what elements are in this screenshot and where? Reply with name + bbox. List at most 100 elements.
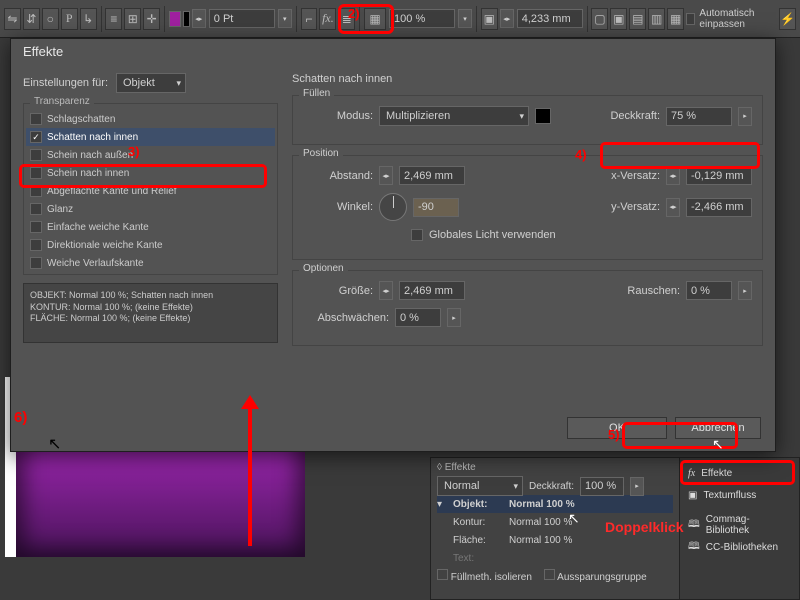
doppelklick-label: Doppelklick (605, 519, 684, 535)
fitframe2-icon[interactable]: ▣ (610, 8, 627, 30)
panel-object-row[interactable]: ▾ Objekt: Normal 100 % (437, 495, 673, 513)
global-light-label: Globales Licht verwenden (429, 229, 556, 241)
blend-mode-combo[interactable]: Normal (437, 476, 523, 496)
stroke-weight[interactable]: 0 Pt (209, 9, 275, 28)
textwrap-icon: ▣ (688, 490, 697, 501)
choke-label: Abschwächen: (303, 312, 389, 324)
panel-opacity-input[interactable]: 100 % (580, 477, 624, 496)
effects-summary: OBJEKT: Normal 100 %; Schatten nach inne… (23, 283, 278, 343)
annotation-2-label: 2) (348, 6, 360, 21)
yoffset-input[interactable]: -2,466 mm (686, 198, 752, 217)
effect-checkbox[interactable] (30, 203, 42, 215)
effect-row[interactable]: Glanz (26, 200, 275, 218)
distance-input[interactable]: 2,469 mm (399, 166, 465, 185)
transparenz-group-title: Transparenz (30, 96, 94, 107)
rotate-icon[interactable]: ○ (42, 8, 59, 30)
opacity-label: Deckkraft: (610, 110, 660, 122)
angle-dial[interactable] (379, 193, 407, 221)
effect-row[interactable]: Direktionale weiche Kante (26, 236, 275, 254)
flash-icon[interactable]: ⚡ (779, 8, 796, 30)
opacity-input[interactable]: 75 % (666, 107, 732, 126)
autofit-checkbox[interactable]: Automatisch einpassen (686, 8, 775, 30)
size-stepper[interactable]: ◂▸ (379, 281, 393, 300)
effect-checkbox[interactable] (30, 239, 42, 251)
flip-h-icon[interactable]: ⇋ (4, 8, 21, 30)
size-label: Größe: (303, 285, 373, 297)
choke-input[interactable]: 0 % (395, 308, 441, 327)
distribute-icon[interactable]: ⊞ (124, 8, 141, 30)
panel-opacity-label: Deckkraft: (529, 481, 574, 492)
noise-input[interactable]: 0 % (686, 281, 732, 300)
panel-text-row[interactable]: Text: (437, 549, 673, 567)
angle-input[interactable]: -90 (413, 198, 459, 217)
yoffset-stepper[interactable]: ◂▸ (666, 198, 680, 217)
crosshair-icon[interactable]: ✛ (143, 8, 160, 30)
panel-tab-label[interactable]: ◊ Effekte (437, 462, 673, 473)
effect-checkbox[interactable] (30, 113, 42, 125)
yoffset-label: y-Versatz: (611, 201, 660, 213)
effect-checkbox[interactable] (30, 257, 42, 269)
settings-for-combo[interactable]: Objekt (116, 73, 186, 93)
effect-checkbox[interactable] (30, 149, 42, 161)
dim-value[interactable]: 4,233 mm (517, 9, 583, 28)
dim-step[interactable]: ◂▸ (500, 9, 514, 28)
fitframe4-icon[interactable]: ▥ (648, 8, 665, 30)
effect-row[interactable]: Schlagschatten (26, 110, 275, 128)
paragraph-icon[interactable]: P (61, 8, 78, 30)
mode-label: Modus: (303, 110, 373, 122)
stroke-menu[interactable]: ▾ (278, 9, 292, 28)
stroke-dec[interactable]: ◂▸ (192, 9, 206, 28)
annotation-2-box (338, 4, 394, 34)
settings-for-label: Einstellungen für: (23, 77, 108, 89)
options-fieldset-title: Optionen (299, 263, 348, 274)
fitframe5-icon[interactable]: ▦ (667, 8, 684, 30)
side-commag[interactable]: 🕮Commag-Bibliothek (680, 514, 799, 536)
effect-checkbox[interactable] (30, 221, 42, 233)
side-textumfluss[interactable]: ▣Textumfluss (680, 484, 799, 506)
dialog-title: Effekte (11, 39, 775, 65)
cursor-icon: ↖ (48, 434, 61, 454)
scale-value[interactable]: 100 % (389, 9, 455, 28)
effect-row[interactable]: Weiche Verlaufskante (26, 254, 275, 272)
noise-stepper[interactable]: ▸ (738, 281, 752, 300)
cc-icon: 🕮 (688, 539, 700, 556)
choke-stepper[interactable]: ▸ (447, 308, 461, 327)
annotation-5-label: 5) (608, 427, 620, 442)
distance-stepper[interactable]: ◂▸ (379, 166, 393, 185)
angle-label: Winkel: (303, 201, 373, 213)
global-light-checkbox[interactable] (411, 229, 423, 241)
flip-v-icon[interactable]: ⇵ (23, 8, 40, 30)
right-heading: Schatten nach innen (292, 73, 763, 85)
fill-swatch[interactable] (169, 11, 181, 27)
xoffset-label: x-Versatz: (611, 170, 660, 182)
stroke-swatch[interactable] (183, 11, 189, 27)
fitframe3-icon[interactable]: ▤ (629, 8, 646, 30)
panel-opacity-stepper[interactable]: ▸ (630, 477, 644, 496)
cursor-icon: ↖ (712, 436, 724, 453)
fit-icon[interactable]: ▣ (481, 8, 498, 30)
annotation-3-box (19, 164, 267, 188)
fitframe1-icon[interactable]: ▢ (591, 8, 608, 30)
effect-row[interactable]: ✓Schatten nach innen (26, 128, 275, 146)
opacity-stepper[interactable]: ▸ (738, 107, 752, 126)
effect-row[interactable]: Schein nach außen (26, 146, 275, 164)
annotation-4-label: 4) (575, 147, 587, 162)
effect-row[interactable]: Einfache weiche Kante (26, 218, 275, 236)
annotation-3-label: 3) (128, 144, 140, 159)
color-swatch[interactable] (535, 108, 551, 124)
arrow-icon[interactable]: ↳ (80, 8, 97, 30)
mode-combo[interactable]: Multiplizieren (379, 106, 529, 126)
align-top-icon[interactable]: ≡ (105, 8, 122, 30)
side-cc[interactable]: 🕮CC-Bibliotheken (680, 536, 799, 558)
effect-checkbox[interactable]: ✓ (30, 131, 42, 143)
top-toolbar: ⇋ ⇵ ○ P ↳ ≡ ⊞ ✛ ◂▸ 0 Pt ▾ ⌐ fx. ≣ ▦ 100 … (0, 0, 800, 38)
corner-icon[interactable]: ⌐ (301, 8, 318, 30)
annotation-4-box (600, 142, 760, 169)
scale-menu[interactable]: ▾ (458, 9, 472, 28)
size-input[interactable]: 2,469 mm (399, 281, 465, 300)
autofit-label: Automatisch einpassen (699, 8, 775, 30)
noise-label: Rauschen: (627, 285, 680, 297)
annotation-6-label: 6) (14, 409, 27, 426)
effects-dialog: Effekte Einstellungen für: Objekt Transp… (10, 38, 776, 452)
fx-icon[interactable]: fx. (319, 8, 336, 30)
